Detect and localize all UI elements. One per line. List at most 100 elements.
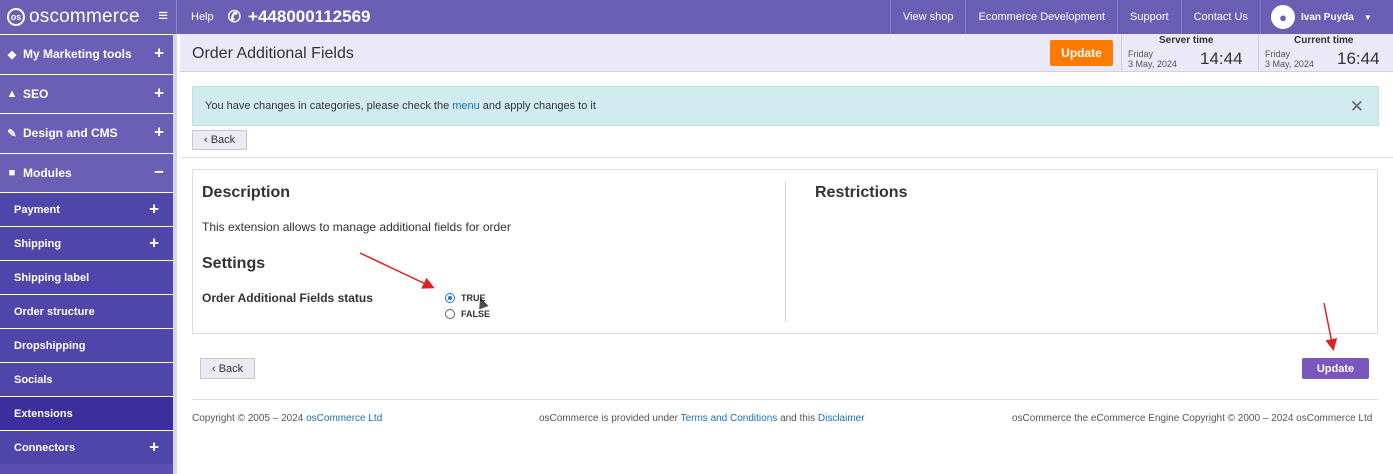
changes-alert: You have changes in categories, please c…: [192, 86, 1379, 126]
sidebar-item-label: Connectors: [14, 441, 76, 454]
expand-icon: +: [154, 43, 164, 63]
footer-engine-copyright: osCommerce the eCommerce Engine Copyrigh…: [1012, 413, 1373, 424]
brush-icon: ✎: [7, 127, 17, 140]
phone-icon: ✆: [227, 9, 242, 26]
footer-center-text: osCommerce is provided under: [539, 413, 678, 424]
sidebar-item-label: Extensions: [14, 407, 73, 420]
settings-heading: Settings: [202, 255, 266, 272]
sidebar-item-label: Socials: [14, 373, 53, 386]
top-links: View shop Ecommerce Development Support …: [889, 0, 1393, 34]
status-option-false[interactable]: FALSE: [445, 309, 490, 319]
sidebar-item-connectors[interactable]: Connectors +: [0, 430, 173, 464]
divider: [192, 399, 1379, 400]
expand-icon: +: [149, 198, 159, 218]
sidebar-item-label: Design and CMS: [23, 126, 118, 141]
page-title: Order Additional Fields: [192, 45, 354, 62]
contact-us-link[interactable]: Contact Us: [1180, 0, 1260, 34]
current-time-value: 16:44: [1337, 49, 1380, 68]
sidebar-item-label: Order structure: [14, 305, 95, 318]
expand-icon: +: [149, 436, 159, 456]
sidebar-item-socials[interactable]: Socials: [0, 362, 173, 396]
sidebar-item-label: SEO: [23, 86, 49, 101]
sidebar-item-label: Shipping label: [14, 271, 90, 284]
description-text: This extension allows to manage addition…: [202, 220, 511, 234]
oscommerce-ltd-link[interactable]: osCommerce Ltd: [306, 413, 382, 424]
sitemap-icon: ▲: [6, 87, 18, 100]
description-heading: Description: [202, 184, 291, 201]
puzzle-icon: ■: [8, 166, 16, 179]
support-link[interactable]: Support: [1117, 0, 1181, 34]
phone-number[interactable]: ✆ +448000112569: [228, 7, 371, 27]
hamburger-menu-icon[interactable]: ≡: [158, 6, 168, 26]
collapse-icon: −: [154, 162, 164, 182]
alert-text-after: and apply changes to it: [482, 100, 596, 112]
top-bar: os oscommerce ≡ Help ✆ +448000112569 Vie…: [0, 0, 1393, 34]
current-time-label: Current time: [1294, 35, 1354, 46]
footer-center-text-2: and this: [780, 413, 816, 424]
alert-text-before: You have changes in categories, please c…: [205, 100, 450, 112]
sidebar-scrollbar[interactable]: [173, 34, 177, 474]
sidebar-item-modules[interactable]: ■ Modules −: [0, 152, 173, 192]
sidebar-item-my-marketing-tools[interactable]: ◆ My Marketing tools +: [0, 34, 173, 74]
footer-copyright: Copyright © 2005 – 2024 osCommerce Ltd: [192, 413, 382, 424]
extension-panel: Description This extension allows to man…: [192, 169, 1378, 334]
server-time-label: Server time: [1159, 35, 1214, 46]
radio-true[interactable]: [445, 293, 455, 303]
radio-false[interactable]: [445, 309, 455, 319]
update-button-bottom[interactable]: Update: [1302, 358, 1369, 379]
brand[interactable]: os oscommerce ≡: [0, 0, 177, 34]
expand-icon: +: [154, 83, 164, 103]
divider: [180, 157, 1393, 158]
restrictions-heading: Restrictions: [815, 184, 908, 201]
current-time: Current time Friday 3 May, 2024 16:44: [1258, 34, 1393, 72]
phone-number-text: +448000112569: [248, 7, 371, 26]
server-day: Friday: [1128, 49, 1154, 59]
back-button-bottom[interactable]: ‹ Back: [200, 358, 256, 379]
column-divider: [785, 181, 786, 322]
page-header: Order Additional Fields Update Server ti…: [180, 34, 1393, 72]
sidebar-item-label: Shipping: [14, 237, 62, 250]
sidebar-item-dropshipping[interactable]: Dropshipping: [0, 328, 173, 362]
update-button-top[interactable]: Update: [1050, 40, 1113, 66]
alert-menu-link[interactable]: menu: [452, 100, 480, 112]
sidebar-item-label: Dropshipping: [14, 339, 86, 352]
view-shop-link[interactable]: View shop: [889, 0, 966, 34]
server-date: Friday 3 May, 2024: [1128, 49, 1177, 69]
server-date-text: 3 May, 2024: [1128, 59, 1177, 69]
sidebar-item-design-and-cms[interactable]: ✎ Design and CMS +: [0, 113, 173, 153]
server-time: Server time Friday 3 May, 2024 14:44: [1121, 34, 1257, 72]
user-avatar-icon: ●: [1271, 5, 1295, 29]
current-day: Friday: [1265, 49, 1291, 59]
disclaimer-link[interactable]: Disclaimer: [818, 413, 865, 424]
current-date: Friday 3 May, 2024: [1265, 49, 1314, 69]
user-menu[interactable]: ● Ivan Puyda ▼: [1260, 0, 1393, 34]
close-icon[interactable]: ✕: [1350, 97, 1364, 117]
sidebar-item-shipping-label[interactable]: Shipping label: [0, 260, 173, 294]
sidebar-item-order-structure[interactable]: Order structure: [0, 294, 173, 328]
sidebar-item-label: My Marketing tools: [23, 47, 132, 62]
status-field-label: Order Additional Fields status: [202, 291, 373, 305]
radio-false-label: FALSE: [461, 309, 491, 319]
tag-icon: ◆: [7, 48, 17, 61]
sidebar-item-label: Modules: [23, 165, 72, 180]
sidebar-item-extensions[interactable]: Extensions: [0, 396, 173, 430]
expand-icon: +: [149, 232, 159, 252]
footer-license: osCommerce is provided under Terms and C…: [539, 413, 865, 424]
back-button-top[interactable]: ‹ Back: [192, 130, 248, 150]
user-name: Ivan Puyda: [1301, 11, 1354, 23]
terms-link[interactable]: Terms and Conditions: [681, 413, 778, 424]
footer-left-text: Copyright © 2005 – 2024: [192, 413, 304, 424]
chevron-down-icon: ▼: [1363, 12, 1372, 22]
ecommerce-development-link[interactable]: Ecommerce Development: [965, 0, 1117, 34]
oscommerce-logo-icon: os: [7, 8, 25, 26]
expand-icon: +: [154, 122, 164, 142]
server-time-value: 14:44: [1200, 49, 1243, 68]
sidebar: ◆ My Marketing tools + ▲ SEO + ✎ Design …: [0, 34, 173, 474]
sidebar-item-shipping[interactable]: Shipping +: [0, 226, 173, 260]
brand-name: oscommerce: [29, 6, 140, 27]
sidebar-item-seo[interactable]: ▲ SEO +: [0, 73, 173, 113]
sidebar-item-payment[interactable]: Payment +: [0, 192, 173, 226]
help-link[interactable]: Help: [177, 0, 228, 34]
sidebar-item-label: Payment: [14, 203, 60, 216]
current-date-text: 3 May, 2024: [1265, 59, 1314, 69]
